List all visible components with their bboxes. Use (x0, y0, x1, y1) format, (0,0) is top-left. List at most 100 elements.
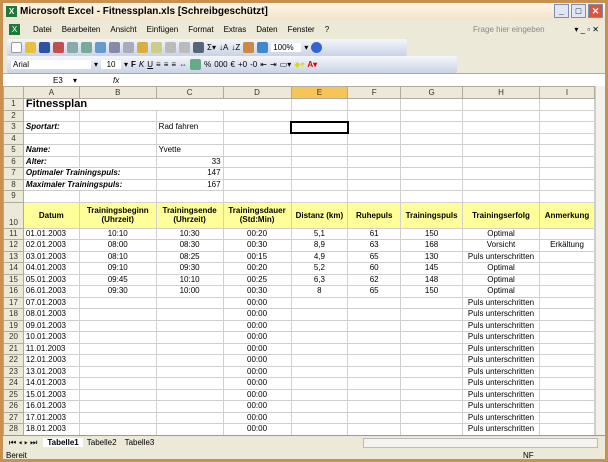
cell[interactable]: 09:30 (155, 262, 224, 275)
tab-navigation-buttons[interactable]: ⏮ ◂ ▸ ⏭ (3, 438, 43, 448)
cell[interactable] (78, 144, 157, 157)
cell[interactable] (22, 132, 80, 145)
cell[interactable]: 63 (347, 239, 402, 252)
cell[interactable] (290, 331, 349, 344)
cell-alter[interactable]: 33 (155, 155, 224, 168)
cell[interactable]: 5,1 (290, 227, 349, 240)
cell[interactable]: 65 (347, 250, 402, 263)
cell[interactable]: 130 (400, 250, 464, 263)
size-dropdown-icon[interactable]: ▾ (124, 60, 128, 69)
cut-icon[interactable] (109, 42, 120, 53)
decrease-indent-icon[interactable]: ⇤ (260, 60, 267, 69)
cell[interactable] (78, 308, 157, 321)
chart-wizard-icon[interactable] (243, 42, 255, 53)
cell[interactable]: 10.01.2003 (22, 331, 80, 344)
menu-item[interactable]: Fenster (288, 25, 315, 34)
paste-icon[interactable] (137, 42, 148, 53)
cell[interactable] (462, 132, 540, 145)
cell[interactable] (400, 109, 464, 122)
cell[interactable]: Optimal (462, 227, 540, 240)
cell[interactable]: 00:30 (222, 239, 292, 252)
cell[interactable] (400, 132, 464, 145)
cell[interactable] (462, 109, 540, 122)
cell[interactable] (347, 296, 402, 309)
cell[interactable] (78, 132, 157, 145)
row-header[interactable]: 1 (3, 98, 24, 111)
cell[interactable]: 6,3 (290, 273, 349, 286)
row-header[interactable]: 5 (3, 144, 24, 157)
cell[interactable] (290, 319, 349, 332)
cell[interactable] (290, 144, 349, 157)
underline-button[interactable]: U (147, 60, 153, 69)
font-color-icon[interactable]: A▾ (307, 60, 317, 69)
row-header[interactable]: 10 (3, 201, 24, 229)
cell[interactable]: Puls unterschritten (462, 388, 540, 401)
menu-item[interactable]: Einfügen (147, 25, 179, 34)
row-header[interactable]: 13 (3, 250, 24, 263)
cell[interactable]: 10:10 (155, 273, 224, 286)
cell[interactable] (538, 98, 595, 111)
cell[interactable]: 148 (400, 273, 464, 286)
cell[interactable] (347, 144, 402, 157)
cell[interactable] (22, 109, 80, 122)
cell[interactable] (290, 178, 349, 191)
cell[interactable]: Puls unterschritten (462, 365, 540, 378)
cell[interactable] (155, 365, 224, 378)
cell[interactable]: 60 (347, 262, 402, 275)
row-header[interactable]: 22 (3, 354, 24, 367)
cell[interactable]: 09.01.2003 (22, 319, 80, 332)
cell[interactable] (462, 190, 540, 203)
cell[interactable] (78, 155, 157, 168)
menu-item[interactable]: Bearbeiten (62, 25, 101, 34)
close-button[interactable]: ✕ (588, 4, 603, 18)
cell[interactable] (155, 308, 224, 321)
cell[interactable]: 00:00 (222, 331, 292, 344)
cell-sportart[interactable]: Rad fahren (155, 121, 224, 134)
cell[interactable] (538, 178, 595, 191)
increase-decimal-icon[interactable]: +0 (238, 60, 247, 69)
cell[interactable] (347, 155, 402, 168)
row-header[interactable]: 15 (3, 273, 24, 286)
cell-name[interactable]: Yvette (155, 144, 224, 157)
cell[interactable] (538, 308, 595, 321)
cell[interactable]: 08:00 (78, 239, 157, 252)
sheet-title[interactable]: Fitnessplan (22, 98, 292, 111)
cell[interactable] (222, 109, 292, 122)
cell[interactable] (155, 400, 224, 413)
currency-icon[interactable] (190, 59, 202, 70)
cell[interactable] (78, 411, 157, 424)
cell[interactable] (222, 132, 292, 145)
cell[interactable]: 00:00 (222, 411, 292, 424)
cell[interactable]: 05.01.2003 (22, 273, 80, 286)
cell[interactable] (78, 296, 157, 309)
euro-button[interactable]: € (231, 60, 235, 69)
cell[interactable] (538, 388, 595, 401)
cell[interactable]: 02.01.2003 (22, 239, 80, 252)
thousands-button[interactable]: 000 (214, 60, 227, 69)
cell[interactable] (347, 400, 402, 413)
row-header[interactable]: 3 (3, 121, 24, 134)
cell[interactable] (347, 98, 402, 111)
decrease-decimal-icon[interactable]: -0 (250, 60, 257, 69)
cell[interactable]: 09:45 (78, 273, 157, 286)
cell[interactable] (155, 411, 224, 424)
cell[interactable] (78, 400, 157, 413)
row-header[interactable]: 12 (3, 239, 24, 252)
cell[interactable]: 06.01.2003 (22, 285, 80, 298)
menu-item[interactable]: Extras (224, 25, 247, 34)
cell[interactable] (347, 319, 402, 332)
cell[interactable]: 16.01.2003 (22, 400, 80, 413)
cell[interactable] (290, 308, 349, 321)
row-header[interactable]: 4 (3, 132, 24, 145)
cell[interactable] (538, 342, 595, 355)
cell[interactable] (462, 178, 540, 191)
name-box[interactable]: E3 (3, 76, 73, 85)
cell[interactable] (290, 365, 349, 378)
cell[interactable] (538, 423, 595, 435)
cell[interactable] (290, 342, 349, 355)
cell[interactable]: 00:00 (222, 377, 292, 390)
cell-max[interactable]: 167 (155, 178, 224, 191)
cell[interactable]: 5,2 (290, 262, 349, 275)
format-painter-icon[interactable] (151, 42, 162, 53)
cell[interactable]: 11.01.2003 (22, 342, 80, 355)
